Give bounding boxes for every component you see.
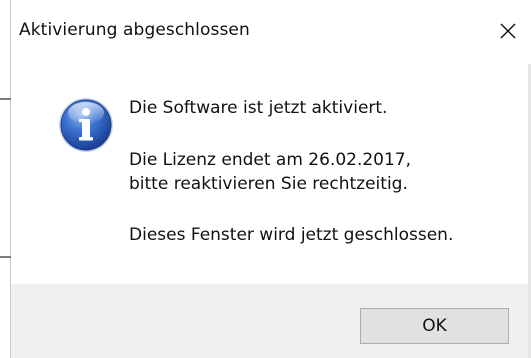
message-activated: Die Software ist jetzt aktiviert. [129, 98, 388, 118]
background-window-edge [0, 0, 11, 358]
dialog-content: Die Software ist jetzt aktiviert. Die Li… [11, 64, 531, 284]
edge-tick [0, 256, 11, 258]
title-bar[interactable]: Aktivierung abgeschlossen [11, 0, 531, 64]
close-icon [500, 23, 516, 39]
message-reactivate: bitte reaktivieren Sie rechtzeitig. [129, 174, 408, 194]
close-button[interactable] [485, 8, 531, 54]
info-icon [59, 98, 113, 152]
button-bar: OK [11, 284, 531, 358]
message-license-end: Die Lizenz endet am 26.02.2017, [129, 150, 412, 170]
message-closing: Dieses Fenster wird jetzt geschlossen. [129, 225, 454, 245]
edge-tick [0, 98, 11, 100]
ok-button[interactable]: OK [360, 308, 509, 344]
activation-dialog: Aktivierung abgeschlossen Die Software i… [0, 0, 531, 358]
dialog-title: Aktivierung abgeschlossen [19, 20, 250, 40]
